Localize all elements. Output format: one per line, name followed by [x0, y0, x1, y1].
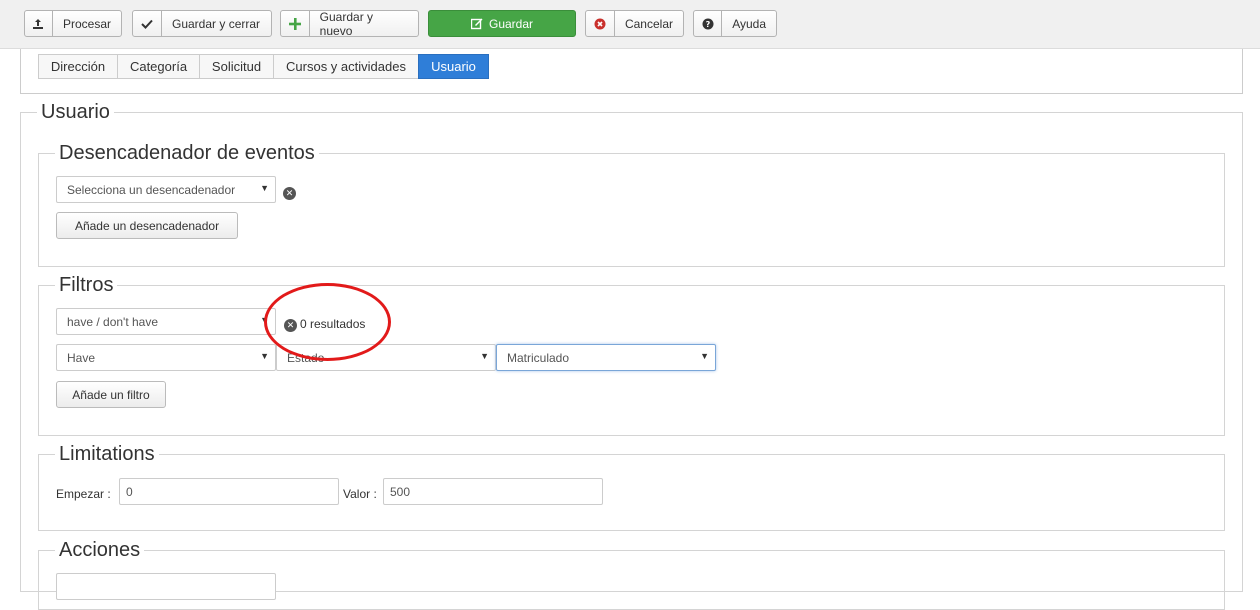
- tab-direccion[interactable]: Dirección: [38, 54, 118, 79]
- action-select[interactable]: [56, 573, 276, 600]
- status-select[interactable]: Matriculado ▼: [496, 344, 716, 371]
- trigger-select[interactable]: Selecciona un desencadenador ▼: [56, 176, 276, 203]
- toolbar: Procesar Guardar y cerrar Guardar y nuev…: [0, 0, 1260, 49]
- chevron-down-icon: ▼: [700, 351, 709, 361]
- have-select[interactable]: Have ▼: [56, 344, 276, 371]
- cancel-icon: [586, 11, 615, 36]
- cancel-label: Cancelar: [624, 16, 673, 31]
- svg-text:?: ?: [705, 20, 710, 29]
- plus-icon: [281, 11, 310, 36]
- question-icon: ?: [694, 11, 723, 36]
- actions-title: Acciones: [55, 539, 145, 561]
- triggers-section: [38, 153, 1225, 267]
- check-icon: [133, 11, 162, 36]
- status-select-value: Matriculado: [507, 350, 570, 365]
- tab-usuario[interactable]: Usuario: [418, 54, 489, 79]
- start-label: Empezar :: [56, 487, 111, 501]
- triggers-title: Desencadenador de eventos: [55, 142, 319, 164]
- tab-cursos-actividades[interactable]: Cursos y actividades: [273, 54, 419, 79]
- save-close-label: Guardar y cerrar: [172, 16, 261, 31]
- help-button[interactable]: ? Ayuda: [693, 10, 777, 37]
- edit-icon: [470, 11, 483, 36]
- value-input[interactable]: 500: [383, 478, 603, 505]
- chevron-down-icon: ▼: [480, 351, 489, 361]
- trigger-select-value: Selecciona un desencadenador: [67, 182, 236, 197]
- start-input[interactable]: 0: [119, 478, 339, 505]
- annotation-circle: [264, 283, 391, 361]
- limitations-title: Limitations: [55, 443, 159, 465]
- save-close-button[interactable]: Guardar y cerrar: [132, 10, 272, 37]
- tab-categoria[interactable]: Categoría: [117, 54, 200, 79]
- process-label: Procesar: [62, 16, 111, 31]
- value-label: Valor :: [343, 487, 377, 501]
- add-trigger-button[interactable]: Añade un desencadenador: [56, 212, 238, 239]
- process-button[interactable]: Procesar: [24, 10, 122, 37]
- chevron-down-icon: ▼: [260, 183, 269, 193]
- save-label: Guardar: [488, 16, 534, 31]
- filter-mode-select[interactable]: have / don't have ▼: [56, 308, 276, 335]
- save-new-button[interactable]: Guardar y nuevo: [280, 9, 419, 38]
- section-title: Usuario: [37, 101, 114, 123]
- save-new-label: Guardar y nuevo: [319, 9, 374, 38]
- remove-trigger-icon[interactable]: ✕: [283, 187, 296, 200]
- add-filter-button[interactable]: Añade un filtro: [56, 381, 166, 408]
- upload-icon: [25, 11, 53, 36]
- have-select-value: Have: [67, 350, 96, 365]
- chevron-down-icon: ▼: [260, 351, 269, 361]
- tab-solicitud[interactable]: Solicitud: [199, 54, 274, 79]
- filters-title: Filtros: [55, 274, 118, 296]
- cancel-button[interactable]: Cancelar: [585, 10, 684, 37]
- filter-mode-value: have / don't have: [67, 314, 159, 329]
- save-button[interactable]: Guardar: [428, 10, 576, 37]
- help-label: Ayuda: [732, 16, 766, 31]
